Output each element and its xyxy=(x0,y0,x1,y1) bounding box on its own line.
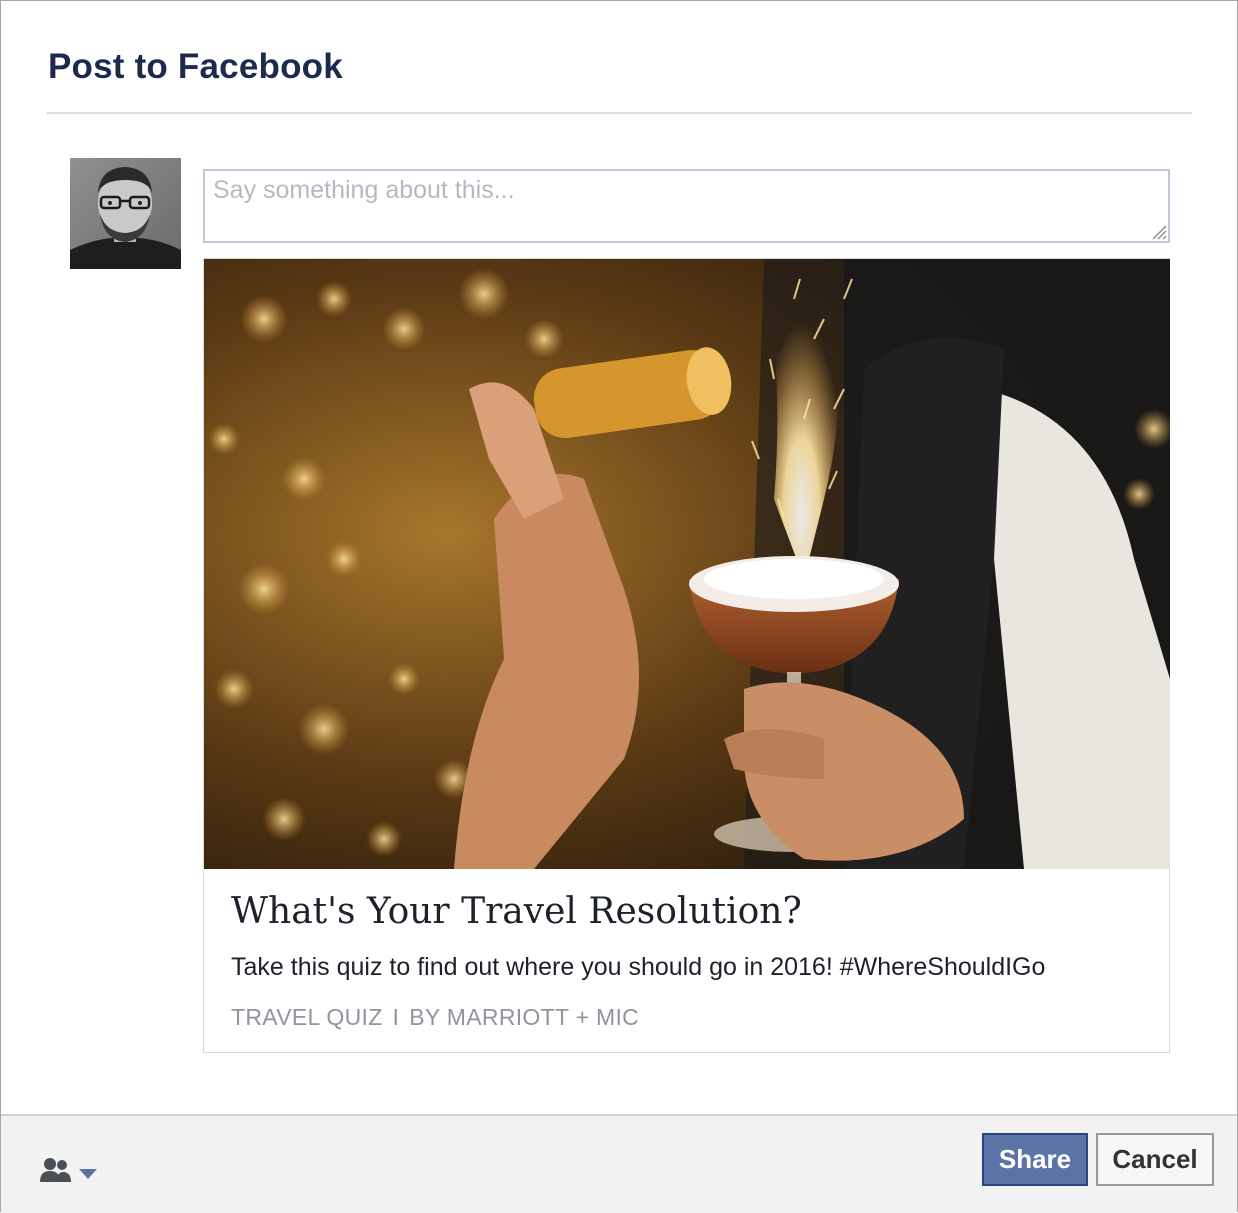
audience-selector[interactable] xyxy=(39,1156,101,1186)
share-dialog: Post to Facebook Say something about thi… xyxy=(0,0,1238,1213)
share-button[interactable]: Share xyxy=(982,1133,1088,1186)
resize-grip-icon[interactable] xyxy=(1147,220,1167,240)
link-category: TRAVEL QUIZ xyxy=(231,1004,383,1030)
link-preview-card[interactable]: What's Your Travel Resolution? Take this… xyxy=(203,258,1170,1053)
link-description: Take this quiz to find out where you sho… xyxy=(231,953,1046,981)
link-byline: BY MARRIOTT + MIC xyxy=(409,1004,640,1030)
post-composer[interactable] xyxy=(203,169,1170,243)
link-title[interactable]: What's Your Travel Resolution? xyxy=(231,891,802,932)
bartender-cocktail-photo xyxy=(204,259,1170,869)
link-preview-image xyxy=(204,259,1170,869)
dialog-footer: Share Cancel xyxy=(1,1114,1237,1213)
status-input[interactable] xyxy=(205,171,1168,241)
avatar xyxy=(70,158,181,269)
meta-separator: I xyxy=(392,1004,400,1030)
chevron-down-icon xyxy=(79,1169,97,1179)
title-divider xyxy=(47,112,1192,114)
user-avatar-photo xyxy=(70,158,181,269)
dialog-title: Post to Facebook xyxy=(48,47,343,86)
link-meta: TRAVEL QUIZ I BY MARRIOTT + MIC xyxy=(231,1004,639,1031)
cancel-button[interactable]: Cancel xyxy=(1096,1133,1214,1186)
friends-icon xyxy=(40,1158,97,1182)
